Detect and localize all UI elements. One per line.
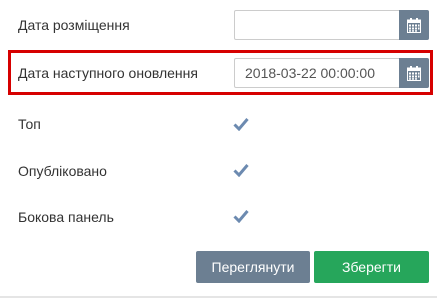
top-checkbox[interactable] bbox=[233, 116, 249, 132]
sidebar-checkbox[interactable] bbox=[233, 208, 249, 224]
checkmark-icon bbox=[233, 118, 249, 131]
top-label: Топ bbox=[18, 116, 41, 132]
next-update-date-label: Дата наступного оновлення bbox=[18, 65, 198, 81]
news-settings-form: Дата розміщення Дата наступного оновленн… bbox=[0, 0, 437, 298]
next-update-date-value: 2018-03-22 00:00:00 bbox=[245, 65, 375, 81]
calendar-icon bbox=[407, 17, 421, 33]
sidebar-label: Бокова панель bbox=[18, 209, 114, 225]
save-button[interactable]: Зберегти bbox=[314, 251, 429, 283]
placement-date-label: Дата розміщення bbox=[18, 17, 130, 33]
next-update-date-calendar-button[interactable] bbox=[399, 58, 429, 88]
preview-button[interactable]: Переглянути bbox=[196, 251, 310, 283]
checkmark-icon bbox=[233, 210, 249, 223]
published-label: Опубліковано bbox=[18, 163, 107, 179]
next-update-date-input[interactable]: 2018-03-22 00:00:00 bbox=[234, 58, 429, 88]
placement-date-input[interactable] bbox=[234, 10, 429, 40]
placement-date-calendar-button[interactable] bbox=[399, 10, 429, 40]
published-checkbox[interactable] bbox=[233, 162, 249, 178]
calendar-icon bbox=[407, 65, 421, 81]
checkmark-icon bbox=[233, 164, 249, 177]
